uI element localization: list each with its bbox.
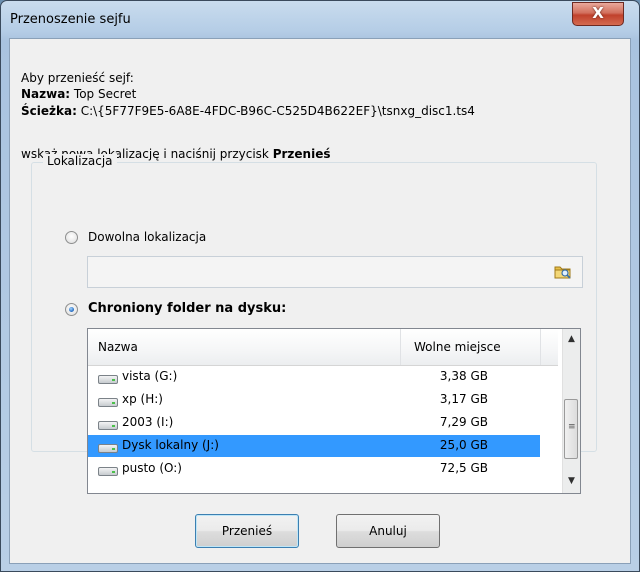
any-location-label[interactable]: Dowolna lokalizacja (88, 230, 206, 244)
hard-drive-icon (98, 467, 118, 476)
close-button[interactable]: X (572, 2, 624, 26)
safe-name-value: Top Secret (70, 87, 137, 101)
any-location-radio[interactable] (65, 231, 78, 244)
drive-name: vista (G:) (122, 369, 178, 383)
protected-folder-radio[interactable] (65, 303, 78, 316)
custom-path-input[interactable] (87, 256, 583, 288)
safe-path-value: C:\{5F77F9E5-6A8E-4FDC-B96C-C525D4B622EF… (76, 104, 475, 118)
browse-folder-icon[interactable] (554, 264, 572, 280)
drive-free-space: 7,29 GB (439, 415, 488, 429)
cancel-button[interactable]: Anuluj (336, 514, 440, 548)
drive-name: pusto (O:) (122, 461, 182, 475)
drive-name: Dysk lokalny (J:) (122, 438, 219, 452)
column-header-free-space[interactable]: Wolne miejsce (414, 340, 501, 354)
instruction-bold: Przenieś (272, 147, 331, 161)
drive-name: 2003 (I:) (122, 415, 174, 429)
window-title: Przenoszenie sejfu (10, 12, 131, 27)
drive-row-dysk-lokalny[interactable]: Dysk lokalny (J:) 25,0 GB (88, 435, 540, 457)
location-group-label: Lokalizacja (43, 154, 117, 168)
move-button[interactable]: Przenieś (195, 514, 299, 548)
column-header-name[interactable]: Nazwa (98, 340, 138, 354)
scroll-thumb[interactable]: ≡ (564, 399, 578, 459)
title-bar[interactable]: Przenoszenie sejfu X (1, 1, 639, 37)
protected-folder-label[interactable]: Chroniony folder na dysku: (88, 301, 286, 316)
drive-row-xp[interactable]: xp (H:) 3,17 GB (88, 389, 540, 411)
scroll-grip-icon: ≡ (568, 422, 576, 432)
drive-free-space: 3,38 GB (439, 369, 488, 383)
scroll-down-arrow-icon[interactable]: ▼ (563, 473, 580, 490)
drive-row-2003[interactable]: 2003 (I:) 7,29 GB (88, 412, 540, 434)
hard-drive-icon (98, 398, 118, 407)
drive-name: xp (H:) (122, 392, 163, 406)
column-divider[interactable] (540, 329, 541, 365)
drive-list-header: Nazwa Wolne miejsce (88, 329, 558, 366)
drive-list[interactable]: Nazwa Wolne miejsce vista (G:) 3,38 GB x… (87, 328, 581, 494)
drive-free-space: 3,17 GB (439, 392, 488, 406)
column-divider[interactable] (400, 329, 401, 365)
safe-path-line: Ścieżka: C:\{5F77F9E5-6A8E-4FDC-B96C-C52… (21, 104, 475, 118)
drive-row-pusto[interactable]: pusto (O:) 72,5 GB (88, 458, 540, 480)
intro-text: Aby przenieść sejf: (21, 71, 134, 85)
hard-drive-icon (98, 421, 118, 430)
safe-name-line: Nazwa: Top Secret (21, 87, 136, 101)
safe-path-label: Ścieżka: (21, 104, 77, 118)
safe-name-label: Nazwa: (21, 87, 71, 101)
drive-free-space: 25,0 GB (439, 438, 488, 452)
hard-drive-icon (98, 375, 118, 384)
scroll-up-arrow-icon[interactable]: ▲ (563, 331, 580, 348)
hard-drive-icon (98, 444, 118, 453)
dialog-window: Przenoszenie sejfu X Aby przenieść sejf:… (0, 0, 640, 572)
drive-free-space: 72,5 GB (439, 461, 488, 475)
drive-row-vista[interactable]: vista (G:) 3,38 GB (88, 366, 540, 388)
vertical-scrollbar[interactable]: ▲ ≡ ▼ (562, 329, 580, 493)
